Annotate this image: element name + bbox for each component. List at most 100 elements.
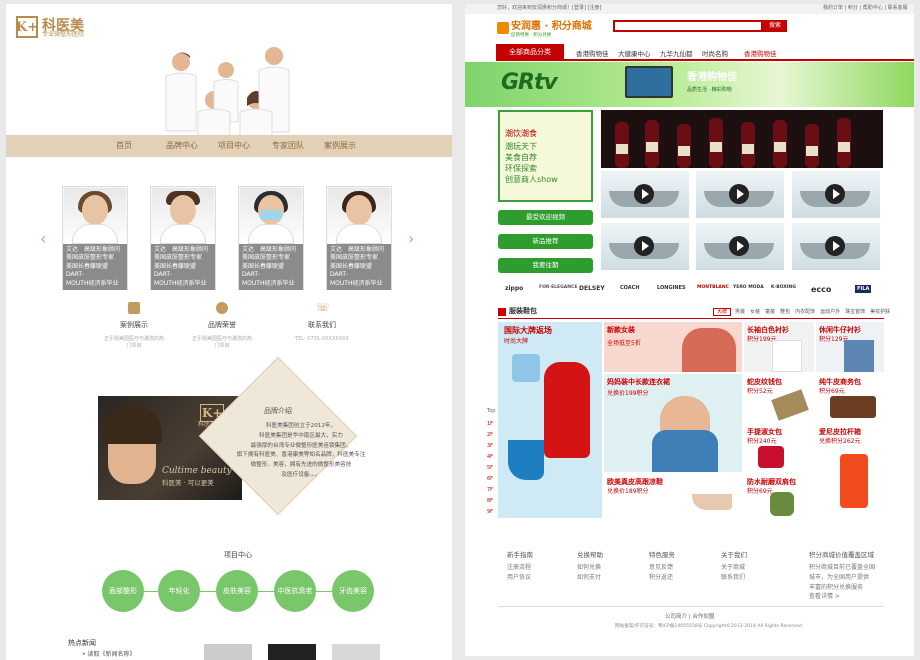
tile-snake-wallet[interactable]: 蛇皮纹钱包 积分52元 xyxy=(744,374,814,422)
rank-num[interactable]: 1F xyxy=(487,419,493,430)
doctor-card[interactable]: 艾达 高级形象顾问 美国皮肤整形专家 美国长春藤联盟DART- MOUTH经济系毕业 xyxy=(62,186,128,290)
rank-num[interactable]: 3F xyxy=(487,441,493,452)
tile-trolley-case[interactable]: 爱尼皮拉杆箱 兑换积分262元 xyxy=(816,424,884,518)
promo-link[interactable]: 环保探索 xyxy=(505,164,537,174)
promo-link[interactable]: 潮饮潮食 xyxy=(505,129,537,139)
nav-brand-center[interactable]: 品牌中心 xyxy=(166,140,198,151)
footer-link[interactable]: 如何兑换 xyxy=(577,563,603,573)
tile-brand-return[interactable]: 国际大牌返场 时尚大牌 xyxy=(498,322,602,518)
hot-news-item[interactable]: • 读取《新闻名称》 xyxy=(82,651,135,659)
brand-logo[interactable]: K·BOXING xyxy=(771,285,796,290)
brand-logo[interactable]: ecco xyxy=(811,285,831,294)
promo-banner[interactable]: GRtv 香港购物佳 品质生活 · 精彩购物 xyxy=(465,62,914,107)
service-contact[interactable]: ☏ 联系我们 TEL: 0731-XXXXXXXX xyxy=(292,302,352,343)
section-tab[interactable]: 男装 xyxy=(735,309,745,315)
promo-link[interactable]: 潮玩天下 xyxy=(505,142,537,152)
tile-handbag[interactable]: 手提淑女包 积分240元 xyxy=(744,424,814,472)
section-tab[interactable]: 大牌 xyxy=(713,308,732,316)
nav-all-categories[interactable]: 全部商品分类 xyxy=(496,44,564,61)
video-thumb[interactable] xyxy=(792,171,880,218)
shop-logo[interactable]: 安润惠 · 积分商城 xyxy=(511,21,592,32)
footer-link[interactable]: 查看详情 > xyxy=(809,592,889,602)
news-thumb[interactable] xyxy=(332,644,380,660)
tile-high-heels[interactable]: 欧美真皮高跟凉鞋 兑换价189积分 xyxy=(604,474,742,518)
promo-link[interactable]: 美食自荐 xyxy=(505,153,537,163)
rank-num[interactable]: 8F xyxy=(487,496,493,507)
nav-item[interactable]: 九华九仙都 xyxy=(660,48,693,58)
footer-link[interactable]: 注册流程 xyxy=(507,563,533,573)
carousel-next-icon[interactable]: › xyxy=(408,230,414,248)
tile-new-women[interactable]: 新款女装 全场低至5折 xyxy=(604,322,742,372)
rank-num[interactable]: 2F xyxy=(487,430,493,441)
top-bar-links[interactable]: 我的订单 | 积分 | 帮助中心 | 联系客服 xyxy=(823,5,908,12)
footer-link[interactable]: 用户协议 xyxy=(507,573,533,583)
brand-logo[interactable]: COACH xyxy=(620,285,640,291)
tile-mother-dress[interactable]: 妈妈装中长款连衣裙 兑换价199积分 xyxy=(604,374,742,472)
tile-denim-shirt[interactable]: 休闲牛仔衬衫 积分129元 xyxy=(816,322,884,372)
search-input[interactable] xyxy=(613,20,763,32)
nav-case-show[interactable]: 案例展示 xyxy=(324,140,356,151)
rank-num[interactable]: 9F xyxy=(487,507,493,518)
past-issues-button[interactable]: 我要往期 xyxy=(498,258,593,273)
video-thumb[interactable] xyxy=(601,171,689,218)
nav-item[interactable]: 时尚名购 xyxy=(702,48,728,58)
service-case-show[interactable]: 案例展示 正引领美国医疗与潮流的热门项目 xyxy=(104,302,164,349)
wine-banner-image[interactable] xyxy=(601,110,883,168)
news-thumb[interactable] xyxy=(204,644,252,660)
nav-project-center[interactable]: 项目中心 xyxy=(218,140,250,151)
project-youth[interactable]: 年轻化 xyxy=(158,570,200,612)
tile-white-shirt[interactable]: 长袖白色衬衫 积分199元 xyxy=(744,322,814,372)
brand-logo[interactable]: MONTBLANC xyxy=(697,285,729,290)
nav-item[interactable]: 香港购物佳 xyxy=(744,48,777,58)
top-bar-welcome[interactable]: 您好，欢迎来到安润惠积分商城！[登录] [注册] xyxy=(497,5,601,12)
doctor-card[interactable]: 艾达 高级形象顾问 美国皮肤整形专家 美国长春藤联盟DART- MOUTH经济系毕业 xyxy=(238,186,304,290)
rank-num[interactable]: 7F xyxy=(487,485,493,496)
project-dental[interactable]: 牙齿美容 xyxy=(332,570,374,612)
brand-logo[interactable]: YERO MODA xyxy=(733,285,764,290)
video-thumb[interactable] xyxy=(696,223,784,270)
service-brand-honor[interactable]: 品牌荣誉 正引领美国医疗与潮流的热门项目 xyxy=(192,302,252,349)
section-tab[interactable]: 女装 xyxy=(750,309,760,315)
project-anti-aging[interactable]: 中医抗衰老 xyxy=(274,570,316,612)
section-tab[interactable]: 运动户外 xyxy=(820,309,840,315)
logo-mark[interactable]: K+ xyxy=(16,16,38,38)
carousel-prev-icon[interactable]: ‹ xyxy=(40,230,46,248)
footer-link[interactable]: 积分返还 xyxy=(649,573,675,583)
section-tab[interactable]: 内衣配饰 xyxy=(795,309,815,315)
new-products-button[interactable]: 新品推荐 xyxy=(498,234,593,249)
rank-num[interactable]: 4F xyxy=(487,452,493,463)
footer-links[interactable]: 公司简介 | 合作加盟 xyxy=(665,614,714,620)
brand-logo[interactable]: LONGINES xyxy=(657,285,686,291)
rank-num[interactable]: 5F xyxy=(487,463,493,474)
section-tab[interactable]: 童装 xyxy=(765,309,775,315)
video-thumb[interactable] xyxy=(696,171,784,218)
section-tab[interactable]: 鞋包 xyxy=(780,309,790,315)
brand-logo[interactable]: zippo xyxy=(505,285,523,292)
promo-link[interactable]: 创意商人show xyxy=(505,175,558,185)
popular-video-button[interactable]: 最受欢迎视频 xyxy=(498,210,593,225)
brand-logo[interactable]: DELSEY xyxy=(579,285,605,292)
footer-link[interactable]: 如何支付 xyxy=(577,573,603,583)
nav-item[interactable]: 大健康中心 xyxy=(618,48,651,58)
section-tab[interactable]: 珠宝首饰 xyxy=(845,309,865,315)
tile-leather-bag[interactable]: 纯牛皮商务包 积分69元 xyxy=(816,374,884,422)
doctor-card[interactable]: 艾达 高级形象顾问 美国皮肤整形专家 美国长春藤联盟DART- MOUTH经济系毕业 xyxy=(326,186,392,290)
rank-num[interactable]: 6F xyxy=(487,474,493,485)
brand-logo[interactable]: FILA xyxy=(855,285,872,293)
nav-home[interactable]: 首页 xyxy=(116,140,132,151)
nav-expert-team[interactable]: 专家团队 xyxy=(272,140,304,151)
project-facial[interactable]: 面部整形 xyxy=(102,570,144,612)
search-button[interactable]: 搜索 xyxy=(763,20,787,32)
footer-link[interactable]: 关于商城 xyxy=(721,563,747,573)
video-thumb[interactable] xyxy=(792,223,880,270)
section-tab[interactable]: 美妆护肤 xyxy=(870,309,890,315)
footer-link[interactable]: 联系我们 xyxy=(721,573,747,583)
project-skin[interactable]: 皮肤美容 xyxy=(216,570,258,612)
video-thumb[interactable] xyxy=(601,223,689,270)
tile-backpack[interactable]: 防水耐磨双肩包 积分69元 xyxy=(744,474,814,518)
nav-item[interactable]: 香港购物佳 xyxy=(576,48,609,58)
footer-link[interactable]: 意见反馈 xyxy=(649,563,675,573)
doctor-card[interactable]: 艾达 高级形象顾问 美国皮肤整形专家 美国长春藤联盟DART- MOUTH经济系毕业 xyxy=(150,186,216,290)
news-thumb[interactable] xyxy=(268,644,316,660)
brand-logo[interactable]: FOR·ELEGANCE xyxy=(539,285,577,290)
